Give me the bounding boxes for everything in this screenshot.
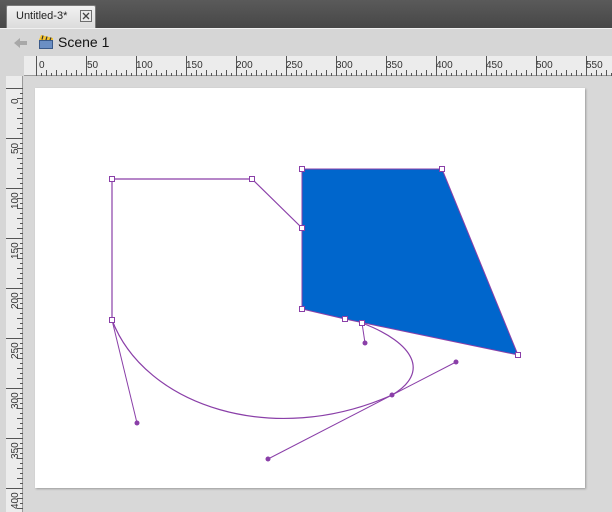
anchor-point[interactable] — [342, 316, 348, 322]
ruler-label: 150 — [186, 60, 203, 71]
ruler-label: 400 — [10, 492, 21, 509]
anchor-point[interactable] — [359, 320, 365, 326]
ruler-label: 350 — [386, 60, 403, 71]
ruler-label: 500 — [536, 60, 553, 71]
anchor-point[interactable] — [109, 176, 115, 182]
horizontal-ruler[interactable]: 0 50 100 150 200 250 300 350 400 450 500… — [24, 56, 612, 76]
ruler-label: 300 — [336, 60, 353, 71]
ruler-label: 550 — [586, 60, 603, 71]
bezier-handle-line — [267, 361, 457, 460]
back-arrow-icon[interactable] — [12, 35, 30, 51]
bezier-control-handle[interactable] — [362, 340, 368, 346]
document-tab-bar: Untitled-3* — [0, 0, 612, 28]
ruler-label: 250 — [10, 342, 21, 359]
ruler-label: 250 — [286, 60, 303, 71]
pasteboard[interactable] — [24, 76, 612, 512]
anchor-point[interactable] — [109, 317, 115, 323]
bezier-control-handle[interactable] — [265, 456, 271, 462]
filled-shape[interactable] — [301, 168, 519, 356]
clapperboard-icon — [37, 33, 55, 51]
close-icon[interactable] — [80, 10, 92, 22]
anchor-point[interactable] — [299, 306, 305, 312]
ruler-corner — [0, 56, 24, 76]
anchor-point[interactable] — [249, 176, 255, 182]
anchor-point[interactable] — [299, 166, 305, 172]
document-tab[interactable]: Untitled-3* — [6, 5, 96, 28]
ruler-label: 350 — [10, 442, 21, 459]
vertical-ruler[interactable]: 0 50 100 150 200 250 300 350 400 — [6, 76, 23, 512]
bezier-handle-line — [111, 319, 138, 424]
ruler-label: 0 — [10, 98, 21, 104]
ruler-label: 50 — [87, 60, 99, 71]
ruler-label: 50 — [10, 142, 21, 154]
ruler-label: 200 — [10, 292, 21, 309]
stage[interactable] — [35, 88, 585, 488]
anchor-point[interactable] — [299, 225, 305, 231]
ruler-label: 100 — [10, 192, 21, 209]
ruler-label: 150 — [10, 242, 21, 259]
anchor-point[interactable] — [439, 166, 445, 172]
ruler-label: 0 — [39, 60, 45, 71]
scene-name[interactable]: Scene 1 — [58, 34, 109, 50]
bezier-control-handle[interactable] — [134, 420, 140, 426]
anchor-point[interactable] — [515, 352, 521, 358]
ruler-label: 300 — [10, 392, 21, 409]
ruler-label: 100 — [136, 60, 153, 71]
edit-bar: Scene 1 — [0, 28, 612, 57]
ruler-label: 450 — [486, 60, 503, 71]
ruler-label: 400 — [436, 60, 453, 71]
bezier-control-handle[interactable] — [389, 392, 395, 398]
bezier-control-handle[interactable] — [453, 359, 459, 365]
document-tab-title: Untitled-3* — [16, 10, 68, 22]
ruler-label: 200 — [236, 60, 253, 71]
